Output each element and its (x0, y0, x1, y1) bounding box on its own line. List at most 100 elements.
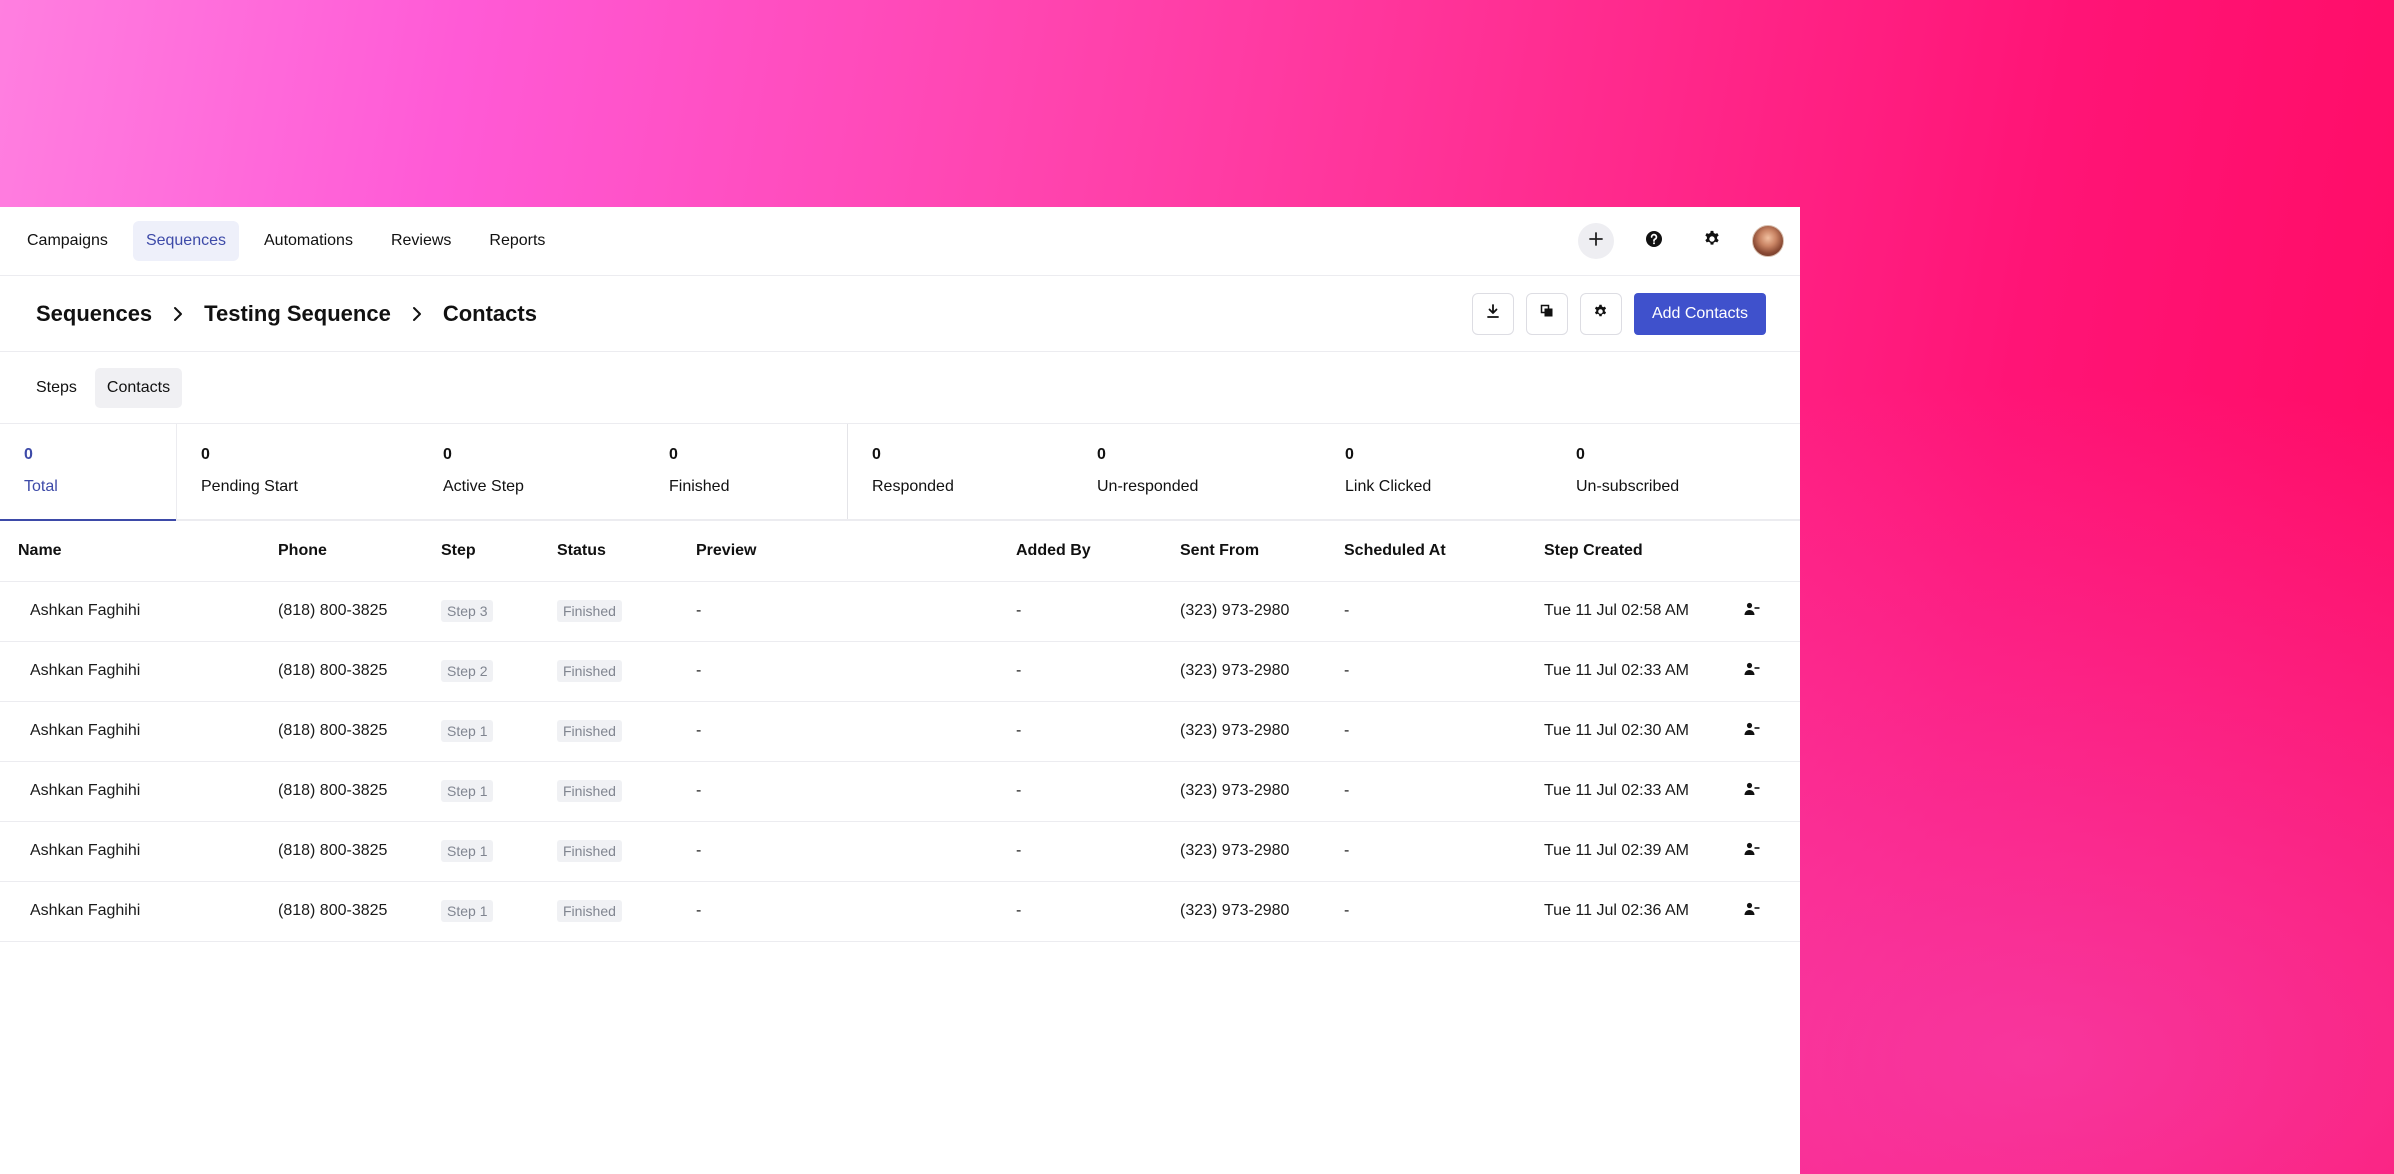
column-header-scheduled-at[interactable]: Scheduled At (1326, 521, 1526, 582)
contact-name[interactable]: Ashkan Faghihi (0, 701, 260, 762)
add-contacts-button[interactable]: Add Contacts (1633, 292, 1766, 335)
status-badge: Finished (557, 600, 622, 622)
column-header-added-by[interactable]: Added By (998, 521, 1162, 582)
step-badge: Step 2 (441, 660, 494, 682)
table-row[interactable]: Ashkan Faghihi (818) 800-3825 Step 1 Fin… (0, 881, 1800, 942)
chevron-right-icon (411, 305, 423, 323)
stats-bar: 0 Total 0 Pending Start 0 Active Step 0 … (0, 424, 1800, 521)
contact-phone: (818) 800-3825 (260, 701, 423, 762)
preview: - (678, 581, 998, 642)
step-cell: Step 1 (423, 701, 539, 762)
actions-cell (1726, 581, 1800, 642)
scheduled-at: - (1326, 881, 1526, 942)
breadcrumb-testing-sequence[interactable]: Testing Sequence (204, 301, 391, 327)
step-cell: Step 1 (423, 761, 539, 822)
nav-item-sequences[interactable]: Sequences (132, 221, 239, 261)
remove-user-button[interactable] (1744, 722, 1760, 741)
sent-from: (323) 973-2980 (1162, 761, 1326, 822)
breadcrumb: Sequences Testing Sequence Contacts (36, 301, 537, 327)
actions-cell (1726, 761, 1800, 822)
stat-label: Finished (669, 478, 730, 495)
stat-un-subscribed[interactable]: 0 Un-subscribed (1552, 424, 1772, 519)
settings-button[interactable] (1694, 223, 1730, 259)
status-badge: Finished (557, 900, 622, 922)
preview: - (678, 641, 998, 702)
step-cell: Step 2 (423, 641, 539, 702)
step-created: Tue 11 Jul 02:39 AM (1526, 821, 1726, 882)
stat-value: 0 (201, 446, 210, 463)
stat-total[interactable]: 0 Total (0, 424, 177, 521)
stat-link-clicked[interactable]: 0 Link Clicked (1321, 424, 1552, 519)
remove-user-icon (1744, 842, 1760, 861)
table-row[interactable]: Ashkan Faghihi (818) 800-3825 Step 1 Fin… (0, 701, 1800, 762)
sent-from: (323) 973-2980 (1162, 821, 1326, 882)
contact-name[interactable]: Ashkan Faghihi (0, 581, 260, 642)
contact-name[interactable]: Ashkan Faghihi (0, 761, 260, 822)
stat-value: 0 (669, 446, 678, 463)
actions-cell (1726, 881, 1800, 942)
nav-item-campaigns[interactable]: Campaigns (14, 221, 121, 261)
stat-label: Link Clicked (1345, 478, 1432, 495)
column-header-status[interactable]: Status (539, 521, 678, 582)
step-badge: Step 3 (441, 600, 494, 622)
nav-item-automations[interactable]: Automations (251, 221, 366, 261)
step-badge: Step 1 (441, 720, 494, 742)
remove-user-icon (1744, 902, 1760, 921)
remove-user-button[interactable] (1744, 902, 1760, 921)
table-row[interactable]: Ashkan Faghihi (818) 800-3825 Step 1 Fin… (0, 761, 1800, 822)
remove-user-button[interactable] (1744, 662, 1760, 681)
stat-responded[interactable]: 0 Responded (848, 424, 1073, 519)
remove-user-button[interactable] (1744, 842, 1760, 861)
top-nav: Campaigns Sequences Automations Reviews … (0, 207, 1800, 276)
column-header-step-created[interactable]: Step Created (1526, 521, 1726, 582)
contact-name[interactable]: Ashkan Faghihi (0, 881, 260, 942)
create-button[interactable] (1578, 223, 1614, 259)
column-header-step[interactable]: Step (423, 521, 539, 582)
contact-name[interactable]: Ashkan Faghihi (0, 821, 260, 882)
nav-item-reviews[interactable]: Reviews (378, 221, 464, 261)
duplicate-button[interactable] (1525, 292, 1568, 335)
sent-from: (323) 973-2980 (1162, 581, 1326, 642)
table-row[interactable]: Ashkan Faghihi (818) 800-3825 Step 2 Fin… (0, 641, 1800, 702)
status-cell: Finished (539, 581, 678, 642)
table-row[interactable]: Ashkan Faghihi (818) 800-3825 Step 3 Fin… (0, 581, 1800, 642)
added-by: - (998, 881, 1162, 942)
stat-pending-start[interactable]: 0 Pending Start (177, 424, 419, 519)
contact-name[interactable]: Ashkan Faghihi (0, 641, 260, 702)
sub-tabs: Steps Contacts (0, 352, 1800, 424)
tab-steps[interactable]: Steps (24, 368, 89, 408)
column-header-phone[interactable]: Phone (260, 521, 423, 582)
duplicate-icon (1540, 304, 1554, 323)
step-cell: Step 3 (423, 581, 539, 642)
download-button[interactable] (1471, 292, 1514, 335)
remove-user-icon (1744, 722, 1760, 741)
step-cell: Step 1 (423, 821, 539, 882)
step-badge: Step 1 (441, 900, 494, 922)
preview: - (678, 881, 998, 942)
scheduled-at: - (1326, 821, 1526, 882)
remove-user-button[interactable] (1744, 782, 1760, 801)
tab-contacts[interactable]: Contacts (94, 367, 183, 408)
added-by: - (998, 761, 1162, 822)
column-header-name[interactable]: Name (0, 521, 260, 582)
avatar[interactable] (1752, 225, 1784, 257)
contact-phone: (818) 800-3825 (260, 641, 423, 702)
status-cell: Finished (539, 641, 678, 702)
table-row[interactable]: Ashkan Faghihi (818) 800-3825 Step 1 Fin… (0, 821, 1800, 882)
remove-user-button[interactable] (1744, 602, 1760, 621)
remove-user-icon (1744, 782, 1760, 801)
breadcrumb-sequences[interactable]: Sequences (36, 301, 152, 327)
sequence-settings-button[interactable] (1579, 292, 1622, 335)
step-created: Tue 11 Jul 02:58 AM (1526, 581, 1726, 642)
stat-active-step[interactable]: 0 Active Step (419, 424, 645, 519)
help-button[interactable] (1636, 223, 1672, 259)
step-created: Tue 11 Jul 02:30 AM (1526, 701, 1726, 762)
stat-finished[interactable]: 0 Finished (645, 424, 847, 519)
nav-item-reports[interactable]: Reports (476, 221, 558, 261)
stat-un-responded[interactable]: 0 Un-responded (1073, 424, 1321, 519)
column-header-preview[interactable]: Preview (678, 521, 998, 582)
scheduled-at: - (1326, 581, 1526, 642)
column-header-sent-from[interactable]: Sent From (1162, 521, 1326, 582)
header-actions: Add Contacts (1471, 292, 1766, 335)
stat-value: 0 (1097, 446, 1106, 463)
